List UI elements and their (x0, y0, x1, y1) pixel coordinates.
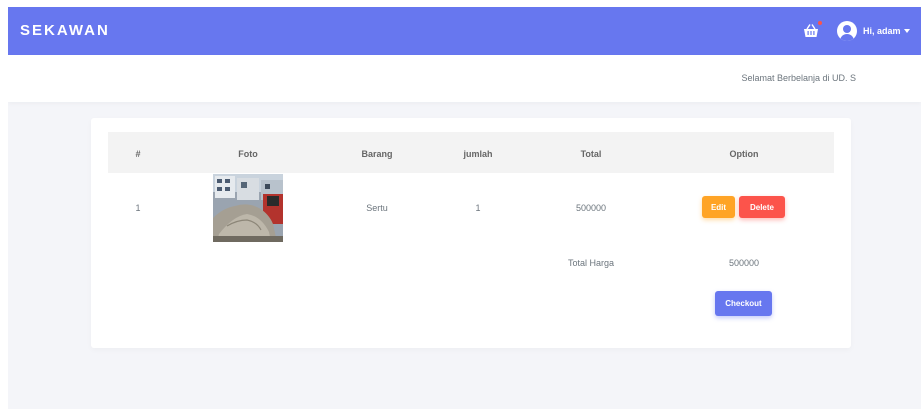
header-item: Barang (361, 149, 393, 159)
sub-header: Selamat Berbelanja di UD. S (8, 55, 921, 102)
header-qty: jumlah (463, 149, 493, 159)
product-photo (213, 174, 283, 242)
row-number: 1 (135, 203, 141, 213)
total-price-label: Total Harga (567, 258, 615, 268)
user-menu[interactable]: Hi, adam (837, 20, 910, 42)
row-total: 500000 (575, 203, 607, 213)
header-number: # (135, 149, 141, 159)
caret-down-icon (903, 29, 910, 33)
header-photo: Foto (238, 149, 258, 159)
checkout-button[interactable]: Checkout (715, 291, 772, 316)
notification-dot (818, 21, 822, 25)
brand-logo[interactable]: SEKAWAN (20, 22, 110, 39)
top-navbar: SEKAWAN Hi, adam (8, 7, 921, 55)
user-greeting: Hi, adam (863, 26, 901, 36)
header-total: Total (580, 149, 602, 159)
welcome-text: Selamat Berbelanja di UD. S (741, 73, 856, 83)
user-avatar-icon (837, 21, 857, 41)
edit-button[interactable]: Edit (702, 196, 735, 218)
delete-button[interactable]: Delete (739, 196, 785, 218)
table-header: # Foto Barang jumlah Total Option (108, 132, 834, 173)
row-qty: 1 (475, 203, 481, 213)
row-item: Sertu (366, 203, 388, 213)
basket-icon[interactable] (803, 23, 819, 39)
header-option: Option (729, 149, 759, 159)
cart-card: # Foto Barang jumlah Total Option 1 Sert… (91, 118, 851, 348)
app-frame: SEKAWAN Hi, adam Selamat Berbelanja di U… (8, 7, 921, 409)
total-price-value: 500000 (728, 258, 760, 268)
